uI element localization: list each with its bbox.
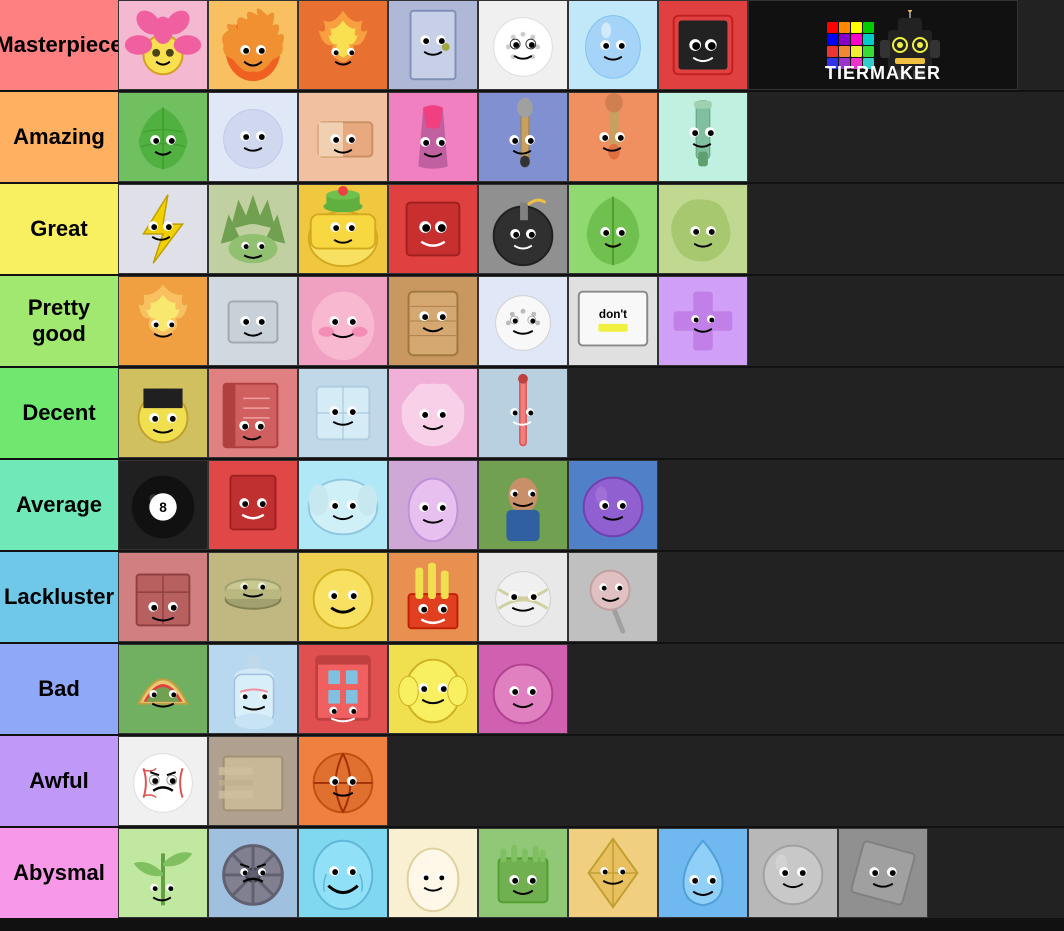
char-cell-purple-cross[interactable] [658,276,748,366]
char-cell-bracelety[interactable] [478,460,568,550]
tier-label-prettygood: Pretty good [0,276,118,366]
tier-label-amazing: Amazing [0,92,118,182]
tier-row-bad: Bad [0,644,1064,736]
char-cell-lollipop[interactable] [568,552,658,642]
char-cell-door[interactable] [388,0,478,90]
tier-label-masterpiece: Masterpiece [0,0,118,90]
char-cell-stapy[interactable] [478,644,568,734]
tier-cells-average: 8 [118,460,1064,550]
char-cell-box[interactable] [118,552,208,642]
char-cell-loser[interactable] [298,276,388,366]
tier-row-lackluster: Lackluster [0,552,1064,644]
char-cell-firey[interactable] [208,0,298,90]
char-cell-book[interactable] [208,368,298,458]
tier-label-great: Great [0,184,118,274]
tier-label-decent: Decent [0,368,118,458]
char-cell-leafy[interactable] [118,92,208,182]
char-cell-firey-alt[interactable] [298,0,388,90]
char-cell-tv[interactable] [658,0,748,90]
char-cell-blocky[interactable] [388,184,478,274]
tier-row-amazing: Amazing [0,92,1064,184]
svg-text:don't: don't [599,308,627,321]
char-cell-happy-face[interactable] [298,828,388,918]
tier-cells-abysmal [118,828,1064,918]
char-cell-window[interactable] [298,644,388,734]
char-cell-sprout[interactable] [118,828,208,918]
tier-row-great: Great [0,184,1064,276]
tier-label-average: Average [0,460,118,550]
char-cell-lemon[interactable] [388,644,478,734]
tier-list-container: Masterpiece [0,0,1064,931]
tier-label-awful: Awful [0,736,118,826]
tier-cells-prettygood: don't [118,276,1064,366]
char-cell-ice-cube[interactable] [298,368,388,458]
char-cell-grassy[interactable] [478,828,568,918]
tier-row-awful: Awful [0,736,1064,828]
char-cell-golf-ball[interactable] [478,0,568,90]
char-cell-lightning[interactable] [118,184,208,274]
char-cell-snowball[interactable] [208,92,298,182]
tier-cells-lackluster [118,552,1064,642]
char-cell-teardrop[interactable] [658,828,748,918]
char-cell-paintbrush2[interactable] [568,92,658,182]
char-cell-bomby[interactable] [478,184,568,274]
tier-row-average: Average 8 [0,460,1064,552]
tier-row-prettygood: Pretty good [0,276,1064,368]
tier-row-decent: Decent [0,368,1064,460]
tier-cells-awful [118,736,1064,826]
char-cell-black-hat[interactable] [118,368,208,458]
char-cell-basketball[interactable] [298,736,388,826]
char-cell-taco[interactable] [118,644,208,734]
tier-label-bad: Bad [0,644,118,734]
tier-label-lackluster: Lackluster [0,552,118,642]
tier-row-masterpiece: Masterpiece [0,0,1064,92]
char-cell-grey-ball[interactable] [748,828,838,918]
char-cell-tennis-ball[interactable] [478,552,568,642]
char-cell-baseball[interactable] [118,736,208,826]
tier-label-abysmal: Abysmal [0,828,118,918]
char-cell-nickel[interactable] [208,552,298,642]
char-cell-spike[interactable] [208,184,298,274]
tier-cells-great [118,184,1064,274]
char-cell-bottle[interactable] [208,644,298,734]
char-cell-purple-ball[interactable] [568,460,658,550]
char-cell-eggy[interactable] [388,460,478,550]
tier-cells-amazing [118,92,1064,182]
char-cell-logo[interactable]: TIERMAKER [748,0,1018,90]
char-cell-coiny-alt[interactable] [208,276,298,366]
tier-cells-decent [118,368,1064,458]
char-cell-blob[interactable] [658,184,748,274]
tier-row-abysmal: Abysmal [0,828,1064,920]
char-cell-flower[interactable] [118,0,208,90]
char-cell-gelatin[interactable] [298,184,388,274]
char-cell-golfball2[interactable] [478,276,568,366]
char-cell-blurry[interactable] [208,736,298,826]
char-cell-paintbrush[interactable] [478,92,568,182]
char-cell-yellow-face[interactable] [298,552,388,642]
char-cell-firey-jr[interactable] [118,276,208,366]
char-cell-8ball[interactable]: 8 [118,460,208,550]
char-cell-eggy2[interactable] [388,828,478,918]
char-cell-kite[interactable] [568,828,658,918]
char-cell-woody[interactable] [388,276,478,366]
char-cell-match[interactable] [388,92,478,182]
svg-text:8: 8 [159,500,167,515]
char-cell-pillow[interactable] [298,460,388,550]
tier-cells-masterpiece: TIERMAKER [118,0,1064,90]
char-cell-marker[interactable] [658,92,748,182]
char-cell-donoteat[interactable]: don't [568,276,658,366]
char-cell-eraser[interactable] [298,92,388,182]
char-cell-wheel[interactable] [208,828,298,918]
char-cell-grey-square[interactable] [838,828,928,918]
char-cell-fries2[interactable] [388,552,478,642]
tier-cells-bad [118,644,1064,734]
char-cell-leafy2[interactable] [568,184,658,274]
char-cell-needle[interactable] [478,368,568,458]
char-cell-fries[interactable] [208,460,298,550]
char-cell-bubble[interactable] [568,0,658,90]
char-cell-puffball[interactable] [388,368,478,458]
